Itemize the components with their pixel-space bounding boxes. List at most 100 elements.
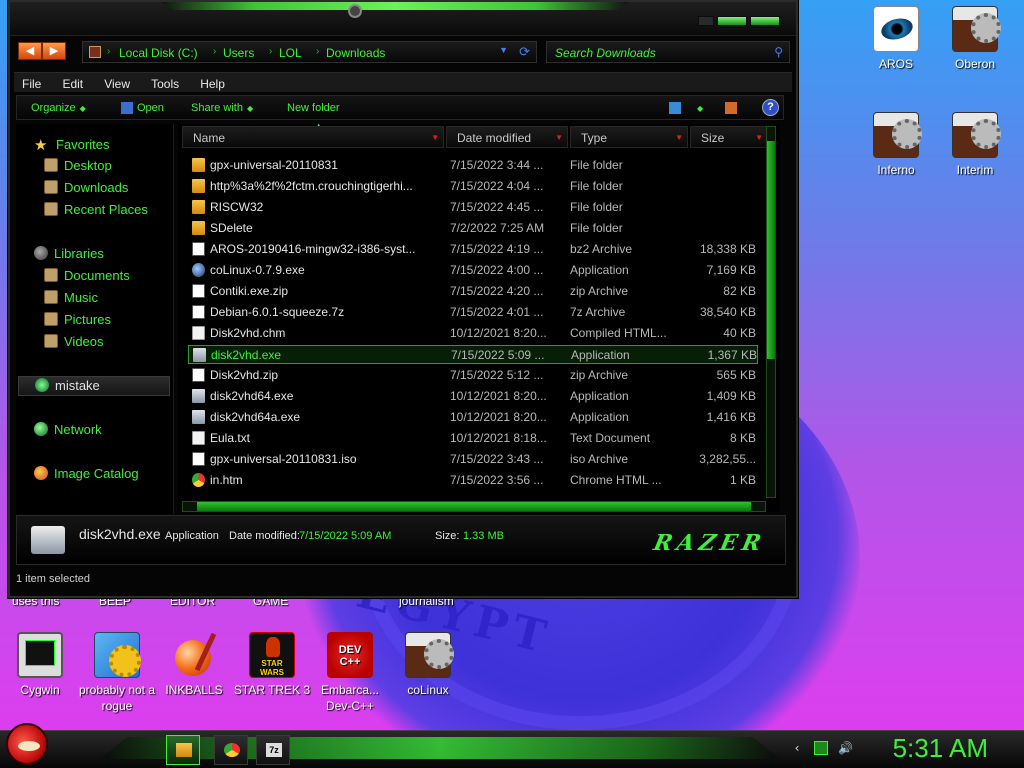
nav-libraries[interactable]: Libraries [34,246,104,261]
file-name: disk2vhd64a.exe [210,410,301,424]
forward-arrow-icon[interactable]: ▶ [42,42,66,60]
nav-videos[interactable]: Videos [44,334,104,349]
file-type: File folder [570,179,623,193]
nav-mistake[interactable]: mistake [18,376,170,396]
menu-view[interactable]: View [96,74,138,91]
doc-icon [192,431,205,445]
file-name: Debian-6.0.1-squeeze.7z [210,305,345,319]
file-row[interactable]: Contiki.exe.zip 7/15/2022 4:20 ... zip Arc… [188,282,758,301]
column-label: Date modified [457,131,532,145]
column-dropdown-icon[interactable]: ▼ [431,133,439,142]
chevron-right-icon: › [316,46,320,57]
column-header-date[interactable]: Date modified ▼ [446,126,568,148]
start-button[interactable] [6,723,48,765]
view-options-icon[interactable] [669,102,681,114]
back-arrow-icon[interactable]: ◀ [18,42,42,60]
help-icon[interactable]: ? [762,99,779,116]
breadcrumb-local-disk[interactable]: Local Disk (C:) [119,46,198,60]
organize-button[interactable]: Organize ◆ [31,102,86,114]
file-row[interactable]: AROS-20190416-mingw32-i386-syst... 7/15/2… [188,240,758,259]
menu-tools[interactable]: Tools [143,74,187,91]
preview-pane-icon[interactable] [725,102,737,114]
menu-edit[interactable]: Edit [54,74,91,91]
column-dropdown-icon[interactable]: ▼ [555,133,563,142]
desktop-icon-inferno[interactable]: Inferno [856,112,936,178]
maximize-button[interactable] [717,16,747,26]
column-dropdown-icon[interactable]: ▼ [755,133,763,142]
file-name: gpx-universal-20110831.iso [210,452,357,466]
desktop-icon-label: Oberon [954,57,996,71]
vertical-scrollbar[interactable] [766,126,776,498]
taskbar-explorer-button[interactable] [166,735,200,765]
desktop-icon-inkballs[interactable]: INKBALLS [154,632,234,698]
file-row[interactable]: Disk2vhd.chm 10/12/2021 8:20... Compiled H… [188,324,758,343]
menu-file[interactable]: File [14,74,49,91]
network-tray-icon[interactable] [814,741,828,755]
breadcrumb-downloads[interactable]: Downloads [326,46,385,60]
view-dropdown-icon[interactable]: ◆ [693,102,703,114]
title-bar[interactable] [10,2,796,36]
search-input[interactable] [555,45,765,61]
open-button[interactable]: Open [137,102,164,114]
command-bar: Organize ◆ Open Share with ◆ New folder ◆ … [16,95,784,120]
app-icon [192,389,205,403]
menu-help[interactable]: Help [192,74,233,91]
file-row[interactable]: coLinux-0.7.9.exe 7/15/2022 4:00 ... Appli… [188,261,758,280]
nav-favorites[interactable]: ★ Favorites [34,136,109,154]
file-row[interactable]: gpx-universal-20110831.iso 7/15/2022 3:43… [188,450,758,469]
nav-music[interactable]: Music [44,290,98,305]
scrollbar-thumb[interactable] [197,502,751,511]
nav-documents[interactable]: Documents [44,268,130,283]
search-box[interactable]: ⚲ [546,41,790,63]
desktop-icon-interim[interactable]: Interim [935,112,1015,178]
desktop-icon-colinux[interactable]: coLinux [388,632,468,698]
file-row[interactable]: in.htm 7/15/2022 3:56 ... Chrome HTML ... 1… [188,471,758,490]
minimize-button[interactable] [698,16,714,26]
nav-image-catalog[interactable]: Image Catalog [34,466,139,481]
share-with-button[interactable]: Share with ◆ [191,102,253,114]
refresh-icon[interactable]: ⟳ [519,44,530,60]
chevron-down-icon[interactable]: ▼ [499,45,508,55]
nav-downloads[interactable]: Downloads [44,180,128,195]
horizontal-scrollbar[interactable] [182,501,766,512]
volume-icon[interactable]: 🔊 [838,741,853,755]
file-row[interactable]: disk2vhd64.exe 10/12/2021 8:20... Applicat… [188,387,758,406]
new-folder-button[interactable]: New folder [287,102,340,114]
desktop-icon-aros[interactable]: AROS [856,6,936,72]
column-header-size[interactable]: Size ▼ [690,126,768,148]
file-row[interactable]: Debian-6.0.1-squeeze.7z 7/15/2022 4:01 ..… [188,303,758,322]
show-hidden-icons-icon[interactable]: ‹ [790,741,804,755]
file-row[interactable]: Eula.txt 10/12/2021 8:18... Text Document 8… [188,429,758,448]
breadcrumb-users[interactable]: Users [223,46,254,60]
search-icon[interactable]: ⚲ [774,45,783,59]
file-type: iso Archive [570,452,629,466]
nav-pictures[interactable]: Pictures [44,312,111,327]
file-row[interactable]: http%3a%2f%2fctm.crouchingtigerhi... 7/15… [188,177,758,196]
nav-recent-places[interactable]: Recent Places [44,202,148,217]
file-row[interactable]: Disk2vhd.zip 7/15/2022 5:12 ... zip Archiv… [188,366,758,385]
desktop-icon-oberon[interactable]: Oberon [935,6,1015,72]
clock[interactable]: 5:31 AM [893,733,988,764]
file-row[interactable]: SDelete 7/2/2022 7:25 AM File folder [188,219,758,238]
desktop-icon-star-trek[interactable]: STAR TREK 3 [232,632,312,698]
file-row[interactable]: gpx-universal-20110831 7/15/2022 3:44 ...… [188,156,758,175]
nav-desktop[interactable]: Desktop [44,158,112,173]
column-dropdown-icon[interactable]: ▼ [675,133,683,142]
desktop-icon-rogue[interactable]: probably not a rogue [77,632,157,714]
nav-network[interactable]: Network [34,422,102,437]
address-bar[interactable]: › Local Disk (C:) › Users › LOL › Downlo… [82,41,537,63]
taskbar-chrome-button[interactable] [214,735,248,765]
column-header-type[interactable]: Type ▼ [570,126,688,148]
scrollbar-thumb[interactable] [767,141,775,359]
file-row[interactable]: RISCW32 7/15/2022 4:45 ... File folder [188,198,758,217]
file-row[interactable]: disk2vhd.exe 7/15/2022 5:09 ... Applicatio… [188,345,758,364]
column-header-name[interactable]: Name ▼ [182,126,444,148]
desktop-icon-devcpp[interactable]: Embarca... Dev-C++ [310,632,390,714]
breadcrumb-lol[interactable]: LOL [279,46,302,60]
close-button[interactable] [750,16,780,26]
file-size: 18,338 KB [699,242,756,256]
desktop-icon-cygwin[interactable]: Cygwin [0,632,80,698]
file-row[interactable]: disk2vhd64a.exe 10/12/2021 8:20... Applica… [188,408,758,427]
gear-window-icon [873,112,922,158]
taskbar-7zip-button[interactable]: 7z [256,735,290,765]
